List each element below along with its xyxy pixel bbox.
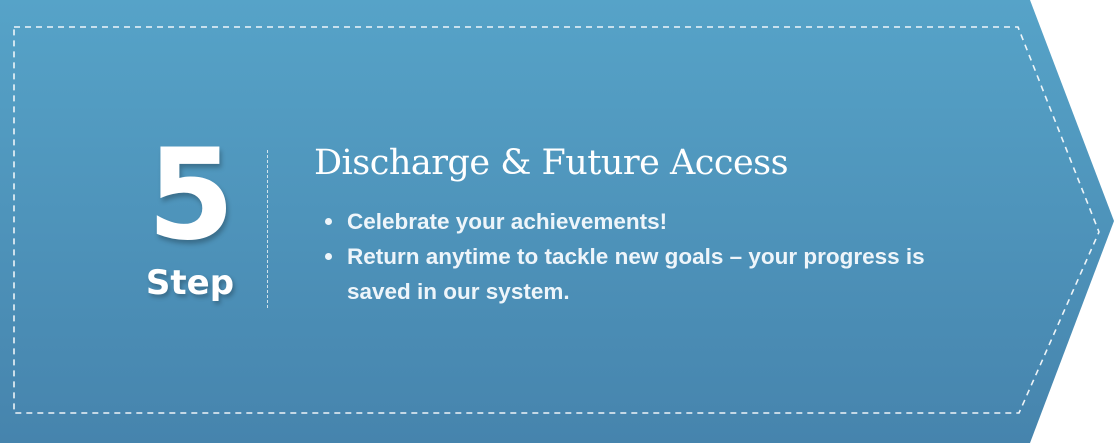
bullet-text: Celebrate your achievements! (347, 209, 668, 234)
bullet-icon (325, 218, 332, 225)
step-label: Step (145, 263, 235, 303)
list-item: Celebrate your achievements! (314, 204, 974, 239)
bullet-icon (325, 253, 332, 260)
vertical-divider (267, 150, 268, 308)
step-banner: 5 Step Discharge & Future Access Celebra… (0, 0, 1114, 443)
bullet-list: Celebrate your achievements! Return anyt… (314, 204, 974, 309)
list-item: Return anytime to tackle new goals – you… (314, 239, 974, 309)
bullet-text: Return anytime to tackle new goals – you… (347, 244, 925, 304)
step-number: 5 (147, 121, 235, 268)
step-indicator: 5 Step (140, 121, 240, 303)
step-content: Discharge & Future Access Celebrate your… (314, 140, 1004, 309)
step-title: Discharge & Future Access (314, 143, 789, 183)
